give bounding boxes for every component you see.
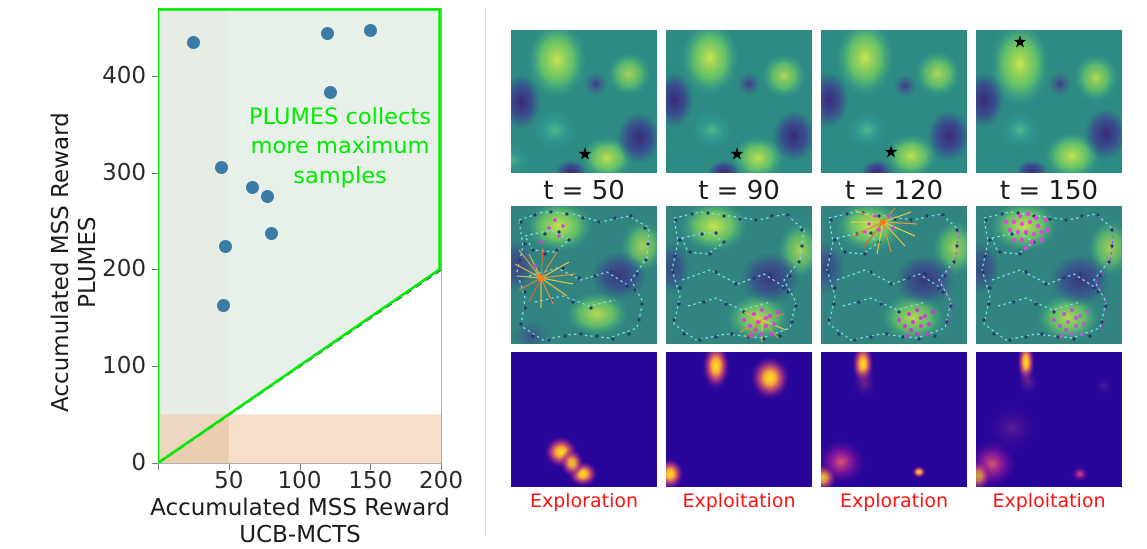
y-tick: [152, 463, 158, 464]
y-tick-label: 200: [102, 256, 146, 283]
data-point: [260, 190, 274, 204]
belief-mean-map: ★: [821, 30, 967, 173]
annotation-line-3: samples: [293, 162, 387, 189]
phase-label: Exploration: [839, 490, 949, 512]
y-tick-label: 400: [102, 62, 146, 89]
data-point: [216, 298, 230, 312]
y-tick: [152, 75, 158, 77]
data-point: [321, 26, 335, 40]
belief-mean-map: ★: [976, 30, 1122, 173]
maximum-star-icon: ★: [883, 142, 899, 163]
scatter-panel: 50 100 150 200 0 100 200 300 400 PLUMES …: [0, 0, 486, 548]
data-point: [264, 227, 278, 240]
plot-right-spine: [441, 8, 442, 464]
acquisition-map: [666, 352, 812, 487]
time-label: t = 120: [844, 176, 944, 206]
phase-label: Exploitation: [992, 490, 1106, 512]
y-tick: [152, 172, 158, 174]
y-axis-label-line-1: Accumulated MSS Reward: [47, 112, 74, 413]
acquisition-map: [511, 352, 657, 487]
x-tick-label: 150: [348, 468, 393, 494]
x-tick: [158, 464, 159, 470]
scatter-plot-area: [158, 8, 441, 463]
y-tick: [152, 366, 158, 368]
trajectory-map: [821, 206, 967, 344]
x-tick-label: 50: [214, 468, 244, 494]
trajectory-map: [666, 206, 812, 344]
maximum-star-icon: ★: [729, 144, 745, 165]
annotation-line-2: more maximum: [250, 133, 430, 160]
y-axis-label-line-2: PLUMES: [75, 216, 101, 308]
time-label: t = 150: [999, 176, 1099, 206]
y-tick-label: 100: [102, 353, 146, 380]
fan-origin: [537, 274, 545, 282]
plot-annotation: PLUMES collects more maximum samples: [236, 103, 444, 191]
acquisition-map: [976, 352, 1122, 487]
y-tick-label: 300: [102, 159, 146, 186]
maximum-star-icon: ★: [577, 144, 593, 165]
plumes-low-reward-band: [158, 414, 441, 463]
belief-mean-map: ★: [666, 30, 812, 173]
scatter-regions-svg: [158, 8, 441, 463]
x-axis-label-line-1: Accumulated MSS Reward: [150, 495, 450, 521]
annotation-line-1: PLUMES collects: [249, 104, 431, 130]
phase-label: Exploration: [529, 490, 639, 512]
data-point: [324, 85, 338, 99]
y-tick-label: 0: [131, 450, 146, 476]
belief-mean-map: ★: [511, 30, 657, 173]
plumes-advantage-region: [158, 8, 441, 463]
timeseries-grid-panel: ★ ★ ★ ★ t = 50 t = 90 t = 120 t = 150 Ex…: [486, 0, 1147, 543]
acquisition-map: [821, 352, 967, 487]
trajectory-map: [976, 206, 1122, 344]
x-axis-label-line-2: UCB-MCTS: [239, 522, 361, 549]
figure-root: 50 100 150 200 0 100 200 300 400 PLUMES …: [0, 0, 1147, 548]
x-tick-label: 200: [419, 468, 463, 494]
data-point: [219, 239, 233, 253]
time-label: t = 50: [543, 176, 625, 206]
phase-label: Exploitation: [682, 490, 796, 512]
data-point: [363, 23, 377, 37]
time-label: t = 90: [698, 176, 780, 206]
trajectory-map: [511, 206, 657, 344]
y-tick: [152, 269, 158, 271]
x-tick-label: 100: [277, 468, 322, 494]
x-axis-label: Accumulated MSS Reward UCB-MCTS: [140, 495, 460, 549]
maximum-star-icon: ★: [1012, 32, 1028, 53]
y-axis-label: Accumulated MSS Reward PLUMES: [48, 52, 102, 472]
